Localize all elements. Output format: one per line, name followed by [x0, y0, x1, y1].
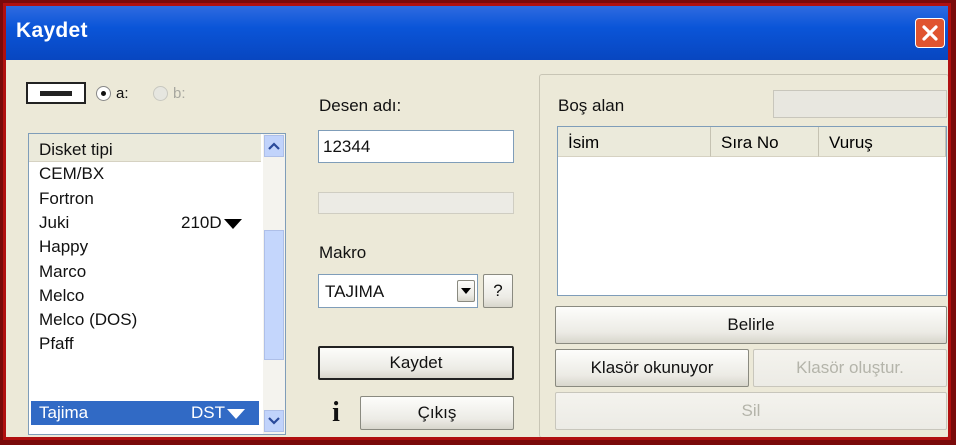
chevron-up-icon — [268, 142, 280, 150]
scroll-down-button[interactable] — [264, 410, 284, 432]
column-header-name[interactable]: İsim — [558, 127, 711, 157]
scroll-up-button[interactable] — [264, 135, 284, 157]
dropdown-arrow-icon — [223, 218, 242, 229]
list-item-selected-label: Tajima — [39, 403, 89, 422]
list-item[interactable]: Juki — [39, 213, 69, 233]
scroll-thumb[interactable] — [264, 230, 284, 360]
title-bar[interactable]: Kaydet — [6, 6, 948, 60]
design-name-value: 12344 — [323, 137, 371, 156]
delete-button[interactable]: Sil — [555, 392, 947, 430]
column-header-stitches[interactable]: Vuruş — [819, 127, 946, 157]
dialog-body: a: b: Disket tipi CEM/BX Fortron Juki 21… — [6, 60, 948, 437]
macro-dropdown-button[interactable] — [457, 280, 475, 302]
info-button[interactable]: i — [318, 395, 354, 431]
disk-type-list[interactable]: Disket tipi CEM/BX Fortron Juki 210D Hap… — [28, 133, 286, 435]
list-item[interactable]: Pfaff — [39, 334, 74, 354]
create-folder-button[interactable]: Klasör oluştur. — [753, 349, 947, 387]
list-item-format[interactable]: DST — [191, 403, 245, 423]
drive-b-radio[interactable] — [153, 86, 168, 101]
column-header-order[interactable]: Sıra No — [711, 127, 819, 157]
list-scrollbar[interactable] — [263, 134, 285, 434]
drive-a-label: a: — [116, 85, 129, 102]
disk-type-header[interactable]: Disket tipi — [29, 134, 261, 162]
design-name-input[interactable]: 12344 — [318, 130, 514, 163]
chevron-down-icon — [268, 417, 280, 425]
exit-button[interactable]: Çıkış — [360, 396, 514, 430]
list-item[interactable]: Happy — [39, 237, 88, 257]
list-item[interactable]: Melco — [39, 286, 84, 306]
close-icon — [922, 25, 938, 41]
reading-folder-button[interactable]: Klasör okunuyor — [555, 349, 749, 387]
free-space-value — [773, 90, 947, 118]
window-title: Kaydet — [16, 19, 88, 42]
file-table[interactable]: İsim Sıra No Vuruş — [557, 126, 947, 296]
list-item[interactable]: Melco (DOS) — [39, 310, 137, 330]
list-item[interactable]: CEM/BX — [39, 164, 104, 184]
macro-label: Makro — [319, 243, 367, 262]
close-button[interactable] — [915, 18, 945, 48]
free-space-label: Boş alan — [558, 96, 625, 115]
save-button[interactable]: Kaydet — [318, 346, 514, 380]
chevron-down-icon — [461, 288, 471, 294]
drive-a-radio[interactable] — [96, 86, 111, 101]
dropdown-arrow-icon — [227, 408, 245, 419]
format-label: DST — [191, 403, 225, 422]
disk-type-header-label: Disket tipi — [39, 140, 113, 159]
progress-bar — [318, 192, 514, 214]
design-name-label: Desen adı: — [319, 96, 402, 115]
list-item[interactable]: Marco — [39, 262, 86, 282]
list-item-format[interactable]: 210D — [181, 213, 242, 233]
list-item[interactable]: Fortron — [39, 189, 94, 209]
set-button[interactable]: Belirle — [555, 306, 947, 344]
floppy-drive-icon — [26, 82, 86, 104]
format-label: 210D — [181, 213, 222, 232]
macro-value: TAJIMA — [325, 282, 385, 301]
drive-b-label: b: — [173, 85, 186, 102]
macro-help-button[interactable]: ? — [483, 274, 513, 308]
macro-select[interactable]: TAJIMA — [318, 274, 478, 308]
save-dialog: Kaydet a: b: Disket tipi CEM/BX Fortron … — [3, 3, 951, 440]
